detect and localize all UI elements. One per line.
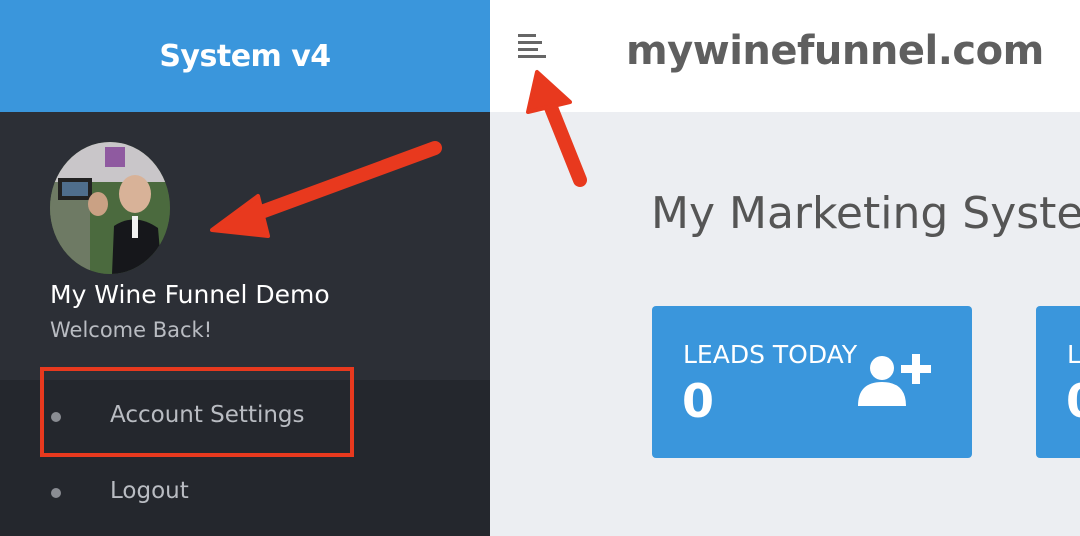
- card-title: LEADS TODAY: [683, 340, 858, 369]
- card-value: 0: [682, 374, 715, 428]
- stat-card-partial[interactable]: L 0: [1036, 306, 1080, 458]
- user-profile: My Wine Funnel Demo Welcome Back!: [0, 112, 490, 380]
- page-title: My Marketing System: [651, 188, 1080, 239]
- stat-card-leads-today[interactable]: LEADS TODAY 0: [652, 306, 972, 458]
- card-title: L: [1067, 340, 1080, 369]
- profile-name: My Wine Funnel Demo: [50, 280, 330, 309]
- add-user-icon: [858, 354, 931, 406]
- welcome-text: Welcome Back!: [50, 318, 213, 342]
- brand-title: System v4: [159, 38, 331, 74]
- avatar[interactable]: [50, 142, 170, 274]
- sidebar-item-label: Logout: [110, 478, 189, 504]
- brand-header[interactable]: System v4: [0, 0, 490, 112]
- annotation-highlight-box: [40, 367, 354, 457]
- hamburger-icon[interactable]: [518, 34, 550, 58]
- sidebar-item-logout[interactable]: Logout: [0, 456, 490, 532]
- top-bar: mywinefunnel.com: [490, 0, 1080, 112]
- site-title: mywinefunnel.com: [626, 28, 1044, 74]
- bullet-icon: [51, 488, 61, 498]
- card-value: 0: [1066, 374, 1080, 428]
